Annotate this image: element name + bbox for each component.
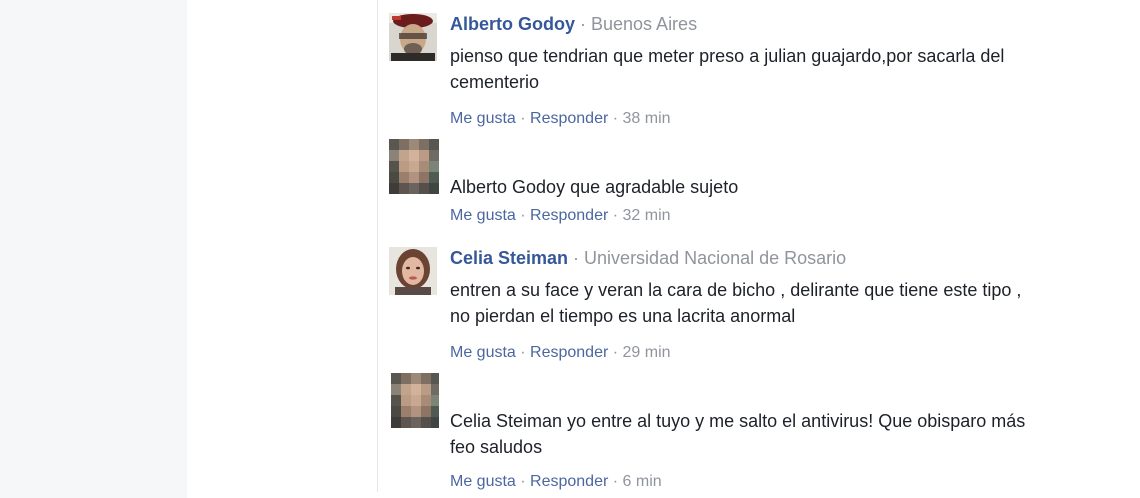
comment-header: Celia Steiman · Universidad Nacional de …	[450, 247, 1050, 269]
separator: ·	[515, 207, 531, 224]
avatar[interactable]	[389, 13, 437, 61]
comment-actions: Me gusta · Responder · 38 min	[450, 109, 1050, 129]
separator: ·	[515, 110, 531, 127]
like-link[interactable]: Me gusta	[450, 110, 516, 127]
author-affiliation[interactable]: Buenos Aires	[591, 14, 697, 34]
separator: ·	[608, 473, 623, 490]
comment-body: Alberto Godoy · Buenos Aires pienso que …	[450, 13, 1050, 129]
like-link[interactable]: Me gusta	[450, 344, 516, 361]
comment-text: Alberto Godoy que agradable sujeto	[450, 177, 739, 197]
avatar[interactable]	[391, 373, 439, 428]
separator: ·	[515, 473, 531, 490]
reply-link[interactable]: Responder	[530, 344, 608, 361]
avatar[interactable]	[389, 247, 437, 295]
comment-body: Celia Steiman · Universidad Nacional de …	[450, 247, 1050, 363]
avatar-image	[389, 247, 437, 295]
left-gutter	[0, 0, 187, 498]
avatar-image	[389, 13, 437, 61]
comment-text: entren a su face y veran la cara de bich…	[450, 280, 1022, 326]
comment-timestamp[interactable]: 6 min	[623, 473, 662, 490]
comment-actions: Me gusta · Responder · 32 min	[450, 206, 1050, 226]
comment-actions: Me gusta · Responder · 6 min	[450, 472, 1050, 492]
comment-text: Celia Steiman yo entre al tuyo y me salt…	[450, 411, 1026, 457]
comment-actions: Me gusta · Responder · 29 min	[450, 343, 1050, 363]
comment-timestamp[interactable]: 38 min	[623, 110, 671, 127]
comment-body: Celia Steiman yo entre al tuyo y me salt…	[450, 373, 1050, 492]
separator: ·	[568, 248, 585, 268]
author-name[interactable]: Celia Steiman	[450, 248, 568, 268]
separator: ·	[608, 344, 623, 361]
separator: ·	[575, 14, 591, 34]
reply-link[interactable]: Responder	[530, 207, 608, 224]
author-affiliation[interactable]: Universidad Nacional de Rosario	[584, 248, 846, 268]
comment-timestamp[interactable]: 32 min	[623, 207, 671, 224]
like-link[interactable]: Me gusta	[450, 473, 516, 490]
separator: ·	[608, 207, 623, 224]
reply-link[interactable]: Responder	[530, 110, 608, 127]
avatar-image-pixelated	[389, 139, 439, 194]
comment-header: Alberto Godoy · Buenos Aires	[450, 13, 1050, 35]
comment-body: Alberto Godoy que agradable sujeto Me gu…	[450, 139, 1050, 226]
separator: ·	[608, 110, 623, 127]
author-name[interactable]: Alberto Godoy	[450, 14, 575, 34]
comment-timestamp[interactable]: 29 min	[623, 344, 671, 361]
avatar[interactable]	[389, 139, 439, 194]
reply-link[interactable]: Responder	[530, 473, 608, 490]
separator: ·	[515, 344, 531, 361]
like-link[interactable]: Me gusta	[450, 207, 516, 224]
thread-divider	[377, 0, 378, 492]
comment-text: pienso que tendrian que meter preso a ju…	[450, 46, 1005, 92]
avatar-image-pixelated	[391, 373, 439, 428]
